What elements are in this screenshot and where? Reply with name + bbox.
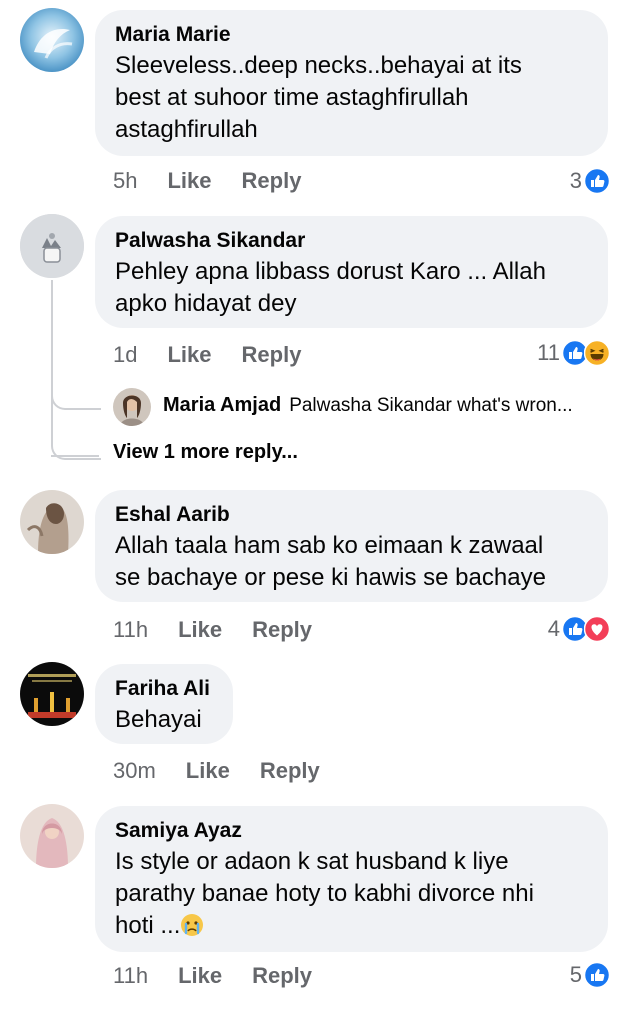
reply-text: Palwasha Sikandar what's wron... — [289, 394, 573, 416]
comment-text: Allah taala ham sab ko eimaan k zawaal s… — [115, 532, 546, 591]
comment-actions: 11h Like Reply — [113, 615, 312, 645]
reaction-count: 11 — [537, 340, 560, 365]
comment-time[interactable]: 11h — [113, 963, 148, 989]
comment-time[interactable]: 11h — [113, 617, 148, 643]
avatar[interactable] — [20, 804, 84, 868]
reaction-summary[interactable]: 3 — [570, 166, 610, 196]
comment-text: Behayai — [115, 706, 202, 733]
comment-text: Sleeveless..deep necks..behayai at its b… — [115, 52, 522, 143]
reaction-summary[interactable]: 11 — [537, 338, 610, 368]
avatar[interactable] — [20, 214, 84, 278]
reaction-count: 5 — [569, 962, 582, 987]
like-button[interactable]: Like — [178, 617, 222, 643]
haha-icon — [584, 340, 610, 366]
comment-text-body: Is style or adaon k sat husband k liye p… — [115, 848, 534, 939]
comment-actions: 5h Like Reply — [113, 166, 301, 196]
comment-bubble: Palwasha Sikandar Pehley apna libbass do… — [95, 216, 608, 328]
reply-author[interactable]: Maria Amjad — [163, 394, 281, 417]
comment-bubble: Fariha Ali Behayai — [95, 664, 233, 744]
reply-button[interactable]: Reply — [252, 617, 312, 643]
reply-button[interactable]: Reply — [242, 168, 302, 194]
like-icon — [584, 168, 610, 194]
avatar[interactable] — [113, 388, 151, 426]
comment-author[interactable]: Maria Marie — [115, 20, 588, 50]
reaction-count: 3 — [569, 168, 582, 193]
comment-actions: 30m Like Reply — [113, 756, 320, 786]
reaction-count: 4 — [547, 616, 560, 641]
avatar[interactable] — [20, 662, 84, 726]
like-button[interactable]: Like — [167, 342, 211, 368]
avatar[interactable] — [20, 8, 84, 72]
comment-text: Pehley apna libbass dorust Karo ... Alla… — [115, 258, 546, 317]
comment-text: Is style or adaon k sat husband k liye p… — [115, 846, 588, 942]
comment-author[interactable]: Samiya Ayaz — [115, 816, 588, 846]
like-icon — [584, 962, 610, 988]
comment-bubble: Maria Marie Sleeveless..deep necks..beha… — [95, 10, 608, 156]
like-button[interactable]: Like — [186, 758, 230, 784]
reply-button[interactable]: Reply — [252, 963, 312, 989]
comment-time[interactable]: 30m — [113, 758, 156, 784]
reaction-summary[interactable]: 4 — [548, 614, 610, 644]
comment-author[interactable]: Palwasha Sikandar — [115, 226, 588, 256]
comment-time[interactable]: 1d — [113, 342, 137, 368]
reply-button[interactable]: Reply — [260, 758, 320, 784]
comment-author[interactable]: Fariha Ali — [115, 674, 213, 704]
crying-face-icon — [181, 914, 204, 936]
like-button[interactable]: Like — [178, 963, 222, 989]
comment-time[interactable]: 5h — [113, 168, 137, 194]
love-icon — [584, 616, 610, 642]
comment-author[interactable]: Eshal Aarib — [115, 500, 588, 530]
reply-button[interactable]: Reply — [242, 342, 302, 368]
comment-actions: 11h Like Reply — [113, 961, 312, 991]
avatar[interactable] — [20, 490, 84, 554]
like-button[interactable]: Like — [167, 168, 211, 194]
thread-connector — [51, 406, 101, 460]
comment-actions: 1d Like Reply — [113, 340, 301, 370]
view-more-replies-link[interactable]: View 1 more reply... — [113, 441, 298, 464]
comment-bubble: Samiya Ayaz Is style or adaon k sat husb… — [95, 806, 608, 952]
reply-preview[interactable]: Maria Amjad Palwasha Sikandar what's wro… — [163, 394, 573, 417]
comment-bubble: Eshal Aarib Allah taala ham sab ko eimaa… — [95, 490, 608, 602]
reaction-summary[interactable]: 5 — [570, 960, 610, 990]
